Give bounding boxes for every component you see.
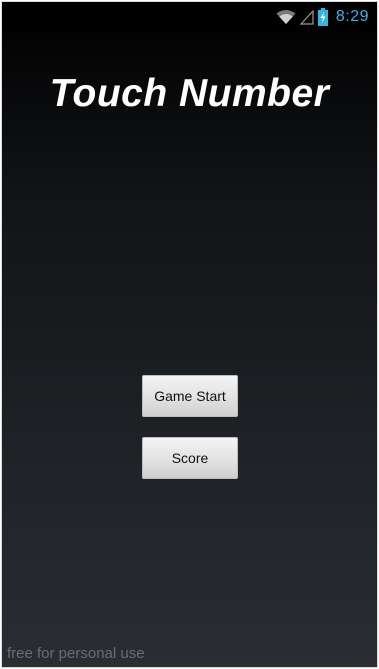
status-bar: 8:29 [2,2,377,32]
wifi-icon [276,9,296,25]
footer-note: free for personal use [7,645,145,662]
status-time: 8:29 [335,8,369,25]
status-icons: 8:29 [276,6,369,28]
score-button[interactable]: Score [142,437,238,479]
game-start-button[interactable]: Game Start [142,375,238,417]
app-screen: 8:29 Touch Number Game Start Score free … [1,1,378,668]
app-title: Touch Number [49,72,330,115]
battery-charging-icon [317,8,328,26]
cellular-signal-icon [299,9,314,25]
